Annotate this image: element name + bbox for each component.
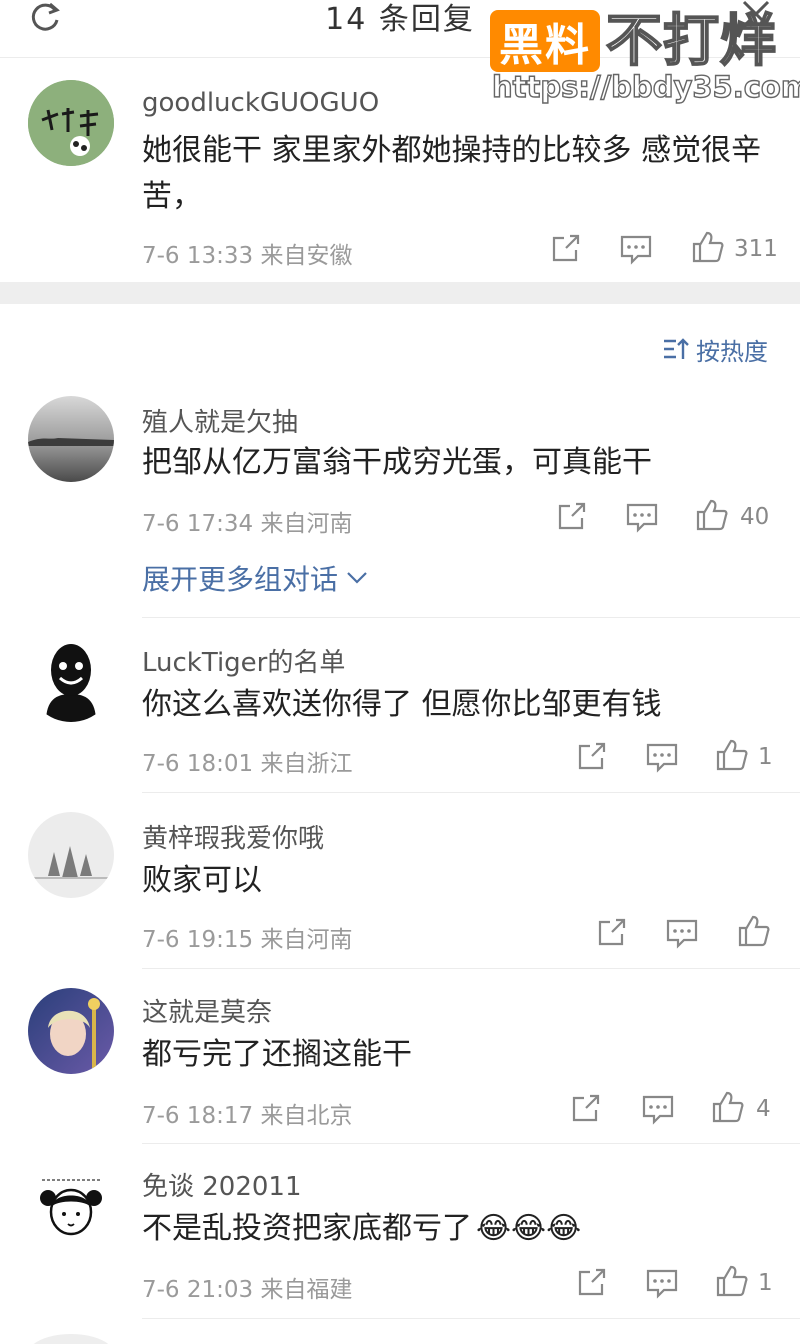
- avatar[interactable]: [28, 812, 114, 898]
- section-divider: [0, 282, 800, 304]
- share-icon[interactable]: [554, 500, 590, 534]
- avatar[interactable]: [28, 396, 114, 482]
- laugh-cry-emoji: 😂😂😂: [476, 1211, 582, 1246]
- comment-meta: 7-6 13:33 来自安徽: [142, 236, 352, 270]
- comment-text: 不是乱投资把家底都亏了: [142, 1211, 472, 1246]
- comment-time: 7-6 19:15: [142, 927, 254, 953]
- like-icon[interactable]: [714, 1264, 750, 1298]
- user-name[interactable]: 这就是莫奈: [142, 992, 272, 1029]
- comment-text-row: 不是乱投资把家底都亏了 😂😂😂: [142, 1206, 762, 1252]
- comment-location: 来自浙江: [260, 751, 353, 777]
- comment-meta: 7-6 19:15 来自河南: [142, 920, 352, 954]
- user-name[interactable]: 殖人就是欠抽: [142, 402, 298, 439]
- avatar[interactable]: [28, 988, 114, 1074]
- watermark-badge: 黑料: [490, 10, 600, 72]
- comment-location: 来自河南: [260, 927, 353, 953]
- sort-icon: [664, 338, 689, 359]
- comment-icon[interactable]: [664, 916, 700, 950]
- like-icon[interactable]: [694, 498, 730, 532]
- share-icon[interactable]: [574, 1266, 610, 1300]
- divider: [142, 1318, 800, 1319]
- comment-meta: 7-6 18:17 来自北京: [142, 1096, 352, 1130]
- comment-location: 来自安徽: [260, 243, 353, 269]
- comment-time: 7-6 18:01: [142, 751, 254, 777]
- expand-label: 展开更多组对话: [142, 563, 339, 596]
- avatar[interactable]: [28, 636, 114, 722]
- like-count: 1: [758, 744, 773, 770]
- avatar[interactable]: [28, 1334, 114, 1344]
- like-count: 40: [740, 504, 770, 530]
- comment-text: 败家可以: [142, 863, 262, 898]
- like-icon[interactable]: [714, 738, 750, 772]
- like-icon[interactable]: [736, 914, 772, 948]
- share-icon[interactable]: [548, 232, 584, 266]
- comment-location: 来自福建: [260, 1277, 353, 1303]
- expand-more-link[interactable]: 展开更多组对话: [142, 558, 368, 598]
- watermark-url: https://bbdy35.com: [491, 69, 800, 104]
- like-count: 311: [734, 236, 778, 262]
- like-count: 4: [756, 1096, 771, 1122]
- user-name[interactable]: 免谈 202011: [142, 1166, 302, 1203]
- user-name[interactable]: 黄梓瑕我爱你哦: [142, 818, 324, 855]
- comment-icon[interactable]: [644, 740, 680, 774]
- user-name[interactable]: LuckTiger的名单: [142, 642, 345, 679]
- comment-text: 把邹从亿万富翁干成穷光蛋，可真能干: [142, 445, 652, 480]
- divider: [142, 792, 800, 793]
- divider: [142, 617, 800, 618]
- comment-icon[interactable]: [644, 1266, 680, 1300]
- comment-text: 都亏完了还搁这能干: [142, 1037, 412, 1072]
- comment-time: 7-6 21:03: [142, 1277, 254, 1303]
- like-icon[interactable]: [710, 1090, 746, 1124]
- comment-text: 她很能干 家里家外都她操持的比较多 感觉很辛苦，: [142, 133, 762, 214]
- comment-time: 7-6 17:34: [142, 511, 254, 537]
- divider: [142, 968, 800, 969]
- share-icon[interactable]: [568, 1092, 604, 1126]
- comment-location: 来自北京: [260, 1103, 353, 1129]
- sort-label: 按热度: [696, 337, 768, 366]
- comment-location: 来自河南: [260, 511, 353, 537]
- share-icon[interactable]: [574, 740, 610, 774]
- comment-text: 你这么喜欢送你得了 但愿你比邹更有钱: [142, 687, 662, 722]
- avatar[interactable]: [28, 80, 114, 166]
- watermark: 黑料 不打烊 https://bbdy35.com: [490, 6, 800, 106]
- like-icon[interactable]: [690, 230, 726, 264]
- sort-toggle[interactable]: 按热度: [662, 334, 768, 366]
- comment-icon[interactable]: [640, 1092, 676, 1126]
- avatar[interactable]: [28, 1162, 114, 1248]
- user-name[interactable]: goodluckGUOGUO: [142, 88, 379, 118]
- chevron-down-icon: [347, 572, 367, 584]
- comment-icon[interactable]: [618, 232, 654, 266]
- like-count: 1: [758, 1270, 773, 1296]
- comment-time: 7-6 18:17: [142, 1103, 254, 1129]
- comment-meta: 7-6 21:03 来自福建: [142, 1270, 352, 1304]
- comment-time: 7-6 13:33: [142, 243, 254, 269]
- comment-meta: 7-6 18:01 来自浙江: [142, 744, 352, 778]
- watermark-text: 不打烊: [605, 8, 777, 75]
- divider: [142, 1143, 800, 1144]
- comment-meta: 7-6 17:34 来自河南: [142, 504, 352, 538]
- comment-icon[interactable]: [624, 500, 660, 534]
- share-icon[interactable]: [594, 916, 630, 950]
